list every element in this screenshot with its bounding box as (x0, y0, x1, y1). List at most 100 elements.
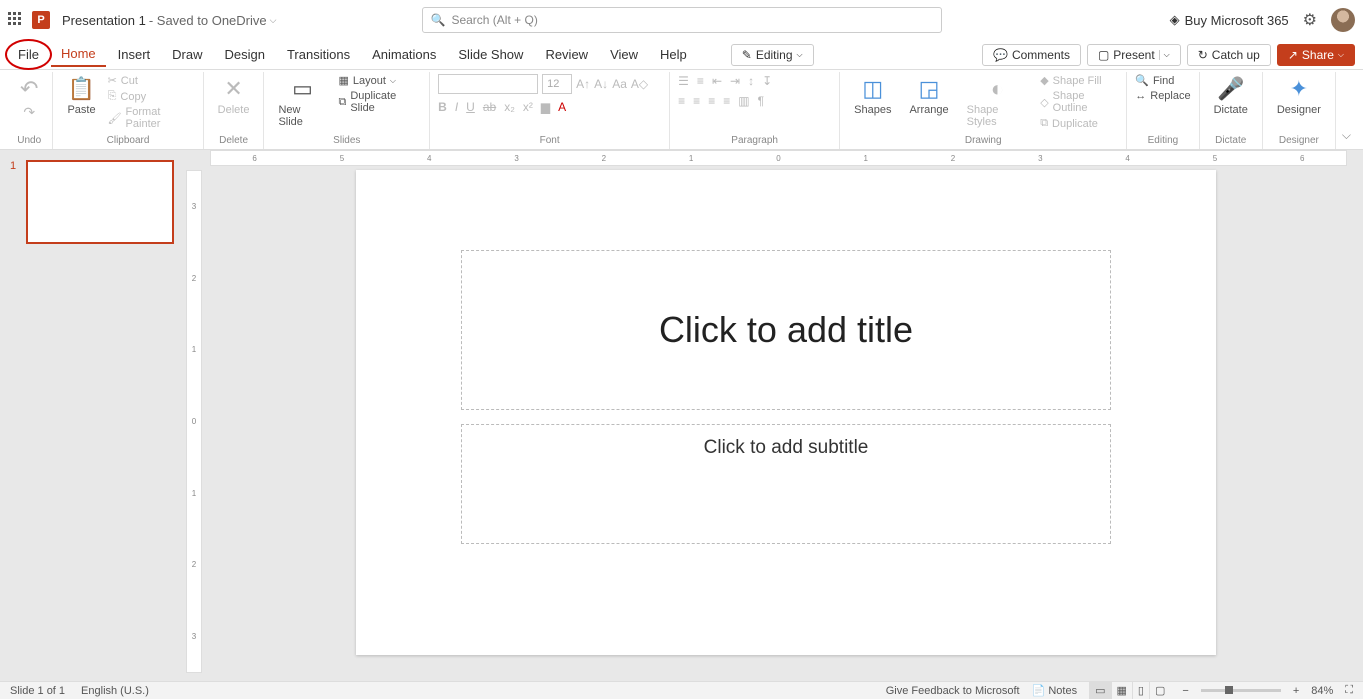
superscript-icon[interactable]: x² (523, 100, 533, 114)
format-painter-button[interactable]: 🖌Format Painter (108, 106, 195, 130)
avatar[interactable] (1331, 8, 1355, 32)
numbering-icon[interactable]: ≡ (697, 74, 704, 88)
tab-review[interactable]: Review (535, 43, 598, 66)
present-button[interactable]: ▢Present⌵ (1087, 44, 1181, 66)
tab-insert[interactable]: Insert (108, 43, 161, 66)
slide-thumbnail[interactable] (26, 160, 174, 244)
notes-icon: 📄 (1032, 685, 1046, 697)
change-case-icon[interactable]: Aa (612, 77, 627, 91)
zoom-in-icon[interactable]: + (1293, 685, 1299, 697)
dictate-button[interactable]: 🎤Dictate (1208, 74, 1254, 118)
settings-icon[interactable]: ⚙ (1303, 10, 1317, 30)
shape-outline-button[interactable]: ◇Shape Outline (1040, 90, 1118, 114)
slideshow-view-icon[interactable]: ▢ (1149, 682, 1170, 699)
tab-view[interactable]: View (600, 43, 648, 66)
tab-transitions[interactable]: Transitions (277, 43, 360, 66)
reading-view-icon[interactable]: ▯ (1132, 682, 1149, 699)
catchup-button[interactable]: ↻Catch up (1187, 44, 1271, 66)
cut-button[interactable]: ✂Cut (108, 74, 195, 87)
tab-slideshow[interactable]: Slide Show (448, 43, 533, 66)
italic-icon[interactable]: I (455, 100, 458, 114)
normal-view-icon[interactable]: ▭ (1089, 682, 1110, 699)
duplicate-slide-button[interactable]: ⧉Duplicate Slide (338, 90, 421, 114)
line-spacing-icon[interactable]: ↕ (748, 74, 754, 88)
highlight-icon[interactable]: ▆ (541, 100, 550, 114)
language[interactable]: English (U.S.) (81, 685, 149, 697)
slide-panel: 1 (0, 150, 186, 681)
paste-button[interactable]: 📋Paste (61, 74, 101, 118)
title-placeholder[interactable]: Click to add title (461, 250, 1111, 410)
delete-button[interactable]: ✕Delete (212, 74, 256, 118)
replace-button[interactable]: ↔Replace (1135, 90, 1190, 102)
columns-icon[interactable]: ▥ (738, 94, 749, 108)
tab-help[interactable]: Help (650, 43, 697, 66)
duplicate-shape-button[interactable]: ⧉Duplicate (1040, 117, 1118, 130)
pen-icon: ✎ (742, 48, 752, 62)
text-direction-icon[interactable]: ↧ (762, 74, 772, 88)
buy-microsoft-button[interactable]: ◈ Buy Microsoft 365 (1170, 12, 1289, 28)
font-family-input[interactable] (438, 74, 538, 94)
zoom-slider[interactable] (1201, 689, 1281, 692)
designer-button[interactable]: ✦Designer (1271, 74, 1327, 118)
increase-font-icon[interactable]: A↑ (576, 77, 590, 91)
notes-button[interactable]: 📄 Notes (1032, 684, 1078, 697)
feedback-link[interactable]: Give Feedback to Microsoft (886, 685, 1020, 697)
justify-icon[interactable]: ≡ (723, 94, 730, 108)
layout-button[interactable]: ▦Layout⌵ (338, 74, 421, 87)
outline-icon: ◇ (1040, 96, 1048, 109)
undo-button[interactable]: ↶↷ (14, 74, 44, 123)
layout-icon: ▦ (338, 74, 348, 87)
delete-icon: ✕ (224, 76, 242, 102)
share-button[interactable]: ↗Share⌵ (1277, 44, 1355, 66)
copy-button[interactable]: ⎘Copy (108, 90, 195, 103)
chevron-down-icon: ⌵ (797, 50, 803, 60)
search-input[interactable]: 🔍 Search (Alt + Q) (422, 7, 942, 33)
tab-design[interactable]: Design (215, 43, 275, 66)
shape-fill-button[interactable]: ◆Shape Fill (1040, 74, 1118, 87)
apps-icon[interactable] (8, 12, 24, 28)
font-size-input[interactable] (542, 74, 572, 94)
indent-dec-icon[interactable]: ⇤ (712, 74, 722, 88)
clear-format-icon[interactable]: A◇ (631, 77, 648, 91)
shapes-button[interactable]: ◫Shapes (848, 74, 897, 118)
slide-info[interactable]: Slide 1 of 1 (10, 685, 65, 697)
zoom-level[interactable]: 84% (1311, 685, 1333, 697)
share-icon: ↗ (1288, 48, 1298, 62)
shape-styles-button[interactable]: ◐Shape Styles (961, 74, 1035, 130)
rtl-icon[interactable]: ¶ (758, 94, 764, 108)
subscript-icon[interactable]: x₂ (504, 100, 515, 114)
vertical-ruler: 3210123 (186, 170, 202, 673)
comments-button[interactable]: 💬Comments (982, 44, 1081, 66)
fit-icon[interactable]: ⛶ (1345, 684, 1353, 697)
tab-home[interactable]: Home (51, 42, 106, 67)
chevron-down-icon: ⌵ (390, 76, 396, 86)
align-center-icon[interactable]: ≡ (693, 94, 700, 108)
bullets-icon[interactable]: ☰ (678, 74, 689, 88)
tab-animations[interactable]: Animations (362, 43, 446, 66)
underline-icon[interactable]: U (466, 100, 475, 114)
document-title[interactable]: Presentation 1 - Saved to OneDrive ⌵ (62, 13, 276, 28)
new-slide-button[interactable]: ▭New Slide (272, 74, 332, 130)
align-right-icon[interactable]: ≡ (708, 94, 715, 108)
subtitle-placeholder[interactable]: Click to add subtitle (461, 424, 1111, 544)
bold-icon[interactable]: B (438, 100, 447, 114)
arrange-button[interactable]: ◲Arrange (903, 74, 954, 118)
indent-inc-icon[interactable]: ⇥ (730, 74, 740, 88)
zoom-out-icon[interactable]: − (1182, 685, 1188, 697)
tab-draw[interactable]: Draw (162, 43, 212, 66)
collapse-ribbon-icon[interactable]: ⌵ (1342, 128, 1351, 143)
decrease-font-icon[interactable]: A↓ (594, 77, 608, 91)
sorter-view-icon[interactable]: ▦ (1111, 682, 1132, 699)
editing-mode-button[interactable]: ✎ Editing ⌵ (731, 44, 814, 66)
slide-canvas[interactable]: Click to add title Click to add subtitle (356, 170, 1216, 655)
edit-area: 1 6543210123456 3210123 Click to add tit… (0, 150, 1363, 681)
chevron-down-icon[interactable]: ⌵ (1159, 50, 1170, 60)
duplicate-icon: ⧉ (1040, 117, 1048, 130)
font-color-icon[interactable]: A (558, 100, 566, 114)
find-icon: 🔍 (1135, 74, 1149, 87)
strike-icon[interactable]: ab (483, 100, 496, 114)
align-left-icon[interactable]: ≡ (678, 94, 685, 108)
title-bar: P Presentation 1 - Saved to OneDrive ⌵ 🔍… (0, 0, 1363, 40)
tab-file[interactable]: File (8, 43, 49, 66)
find-button[interactable]: 🔍Find (1135, 74, 1190, 87)
